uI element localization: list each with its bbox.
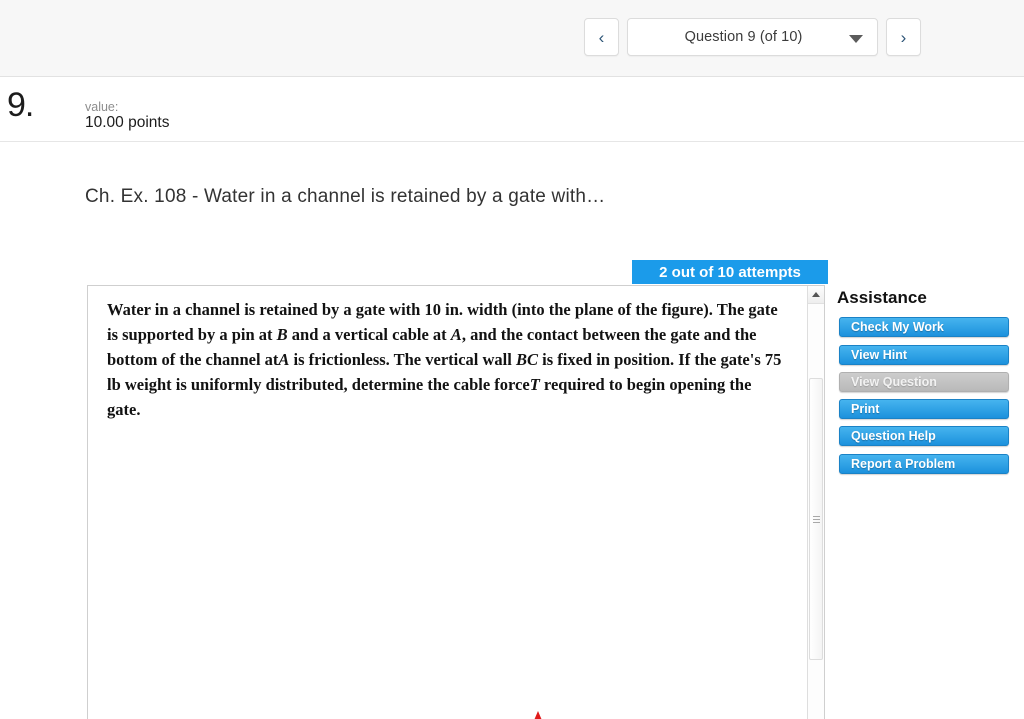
question-help-label: Question Help [851,429,936,443]
problem-symbol-bc: BC [515,350,538,369]
print-label: Print [851,402,880,416]
view-question-label: View Question [851,375,937,389]
content-scrollbar[interactable] [807,286,824,719]
gate-diagram: y x C B A T W AB = 75 lb 8 in. [534,711,542,719]
problem-line-2e: , and the contact between the [461,325,667,344]
report-a-problem-button[interactable]: Report a Problem [839,454,1009,474]
report-a-problem-label: Report a Problem [851,457,956,471]
question-content-inner: Water in a channel is retained by a gate… [88,286,788,719]
view-hint-label: View Hint [851,348,908,362]
problem-symbol-b: B [276,325,288,344]
view-hint-button[interactable]: View Hint [839,345,1009,365]
question-selector-dropdown[interactable]: Question 9 (of 10) [627,18,878,56]
scroll-up-button[interactable] [808,286,824,304]
force-arrow-head [534,711,542,719]
scroll-up-arrow-icon [812,292,820,297]
scrollbar-grip-icon [813,516,820,525]
question-number: 9. [7,86,34,124]
question-navigation-cluster: ‹ Question 9 (of 10) › [584,18,921,56]
chevron-down-icon [849,35,863,43]
view-question-button: View Question [839,372,1009,392]
previous-question-button[interactable]: ‹ [584,18,619,56]
top-navigation-bar: ‹ Question 9 (of 10) › [0,0,1024,77]
scrollbar-thumb[interactable] [809,378,823,660]
assistance-heading: Assistance [837,288,927,307]
value-amount: 10.00 points [85,114,170,131]
value-label: value: [85,100,119,114]
chevron-left-icon: ‹ [598,27,605,47]
problem-statement: Water in a channel is retained by a gate… [107,297,783,422]
exercise-title: Ch. Ex. 108 - Water in a channel is reta… [85,186,606,207]
question-content-panel: Water in a channel is retained by a gate… [87,285,825,719]
check-my-work-button[interactable]: Check My Work [839,317,1009,337]
question-header-strip [0,77,1024,142]
chevron-right-icon: › [900,27,907,47]
question-selector-label: Question 9 (of 10) [684,29,803,45]
problem-line-1: Water in a channel is retained by a gate… [107,300,745,319]
check-my-work-label: Check My Work [851,320,944,334]
problem-symbol-a2: A [278,350,290,369]
problem-line-3c: is frictionless. The vertical wall [289,350,516,369]
next-question-button[interactable]: › [886,18,921,56]
attempts-badge: 2 out of 10 attempts [632,260,828,284]
print-button[interactable]: Print [839,399,1009,419]
problem-symbol-t: T [529,375,540,394]
problem-symbol-a: A [450,325,462,344]
question-help-button[interactable]: Question Help [839,426,1009,446]
problem-line-3e: is fixed in [537,350,610,369]
problem-line-2c: and a vertical cable at [287,325,451,344]
